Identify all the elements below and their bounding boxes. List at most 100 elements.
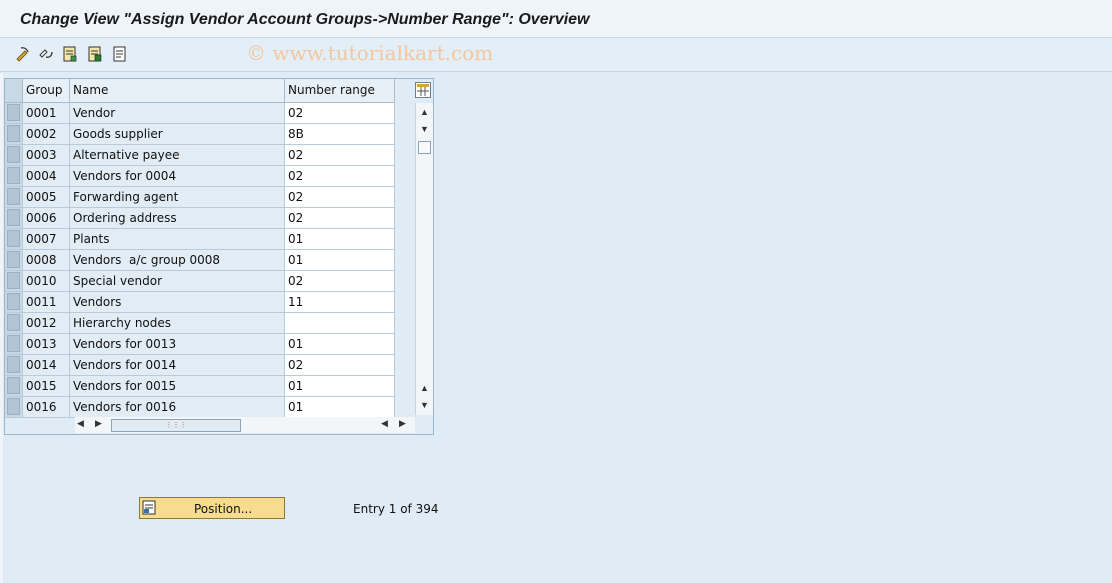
table-row: 0002 Goods supplier 8B bbox=[5, 123, 395, 145]
other-view-icon[interactable] bbox=[37, 45, 55, 63]
cell-number-range[interactable]: 01 bbox=[284, 396, 395, 418]
cell-name: Vendors bbox=[69, 291, 285, 313]
display-change-icon[interactable] bbox=[14, 45, 32, 63]
cell-number-range[interactable]: 02 bbox=[284, 207, 395, 229]
cell-name: Goods supplier bbox=[69, 123, 285, 145]
page-title: Change View "Assign Vendor Account Group… bbox=[20, 11, 590, 28]
horizontal-scrollbar[interactable]: ◀ ▶ ⋮⋮⋮ ◀ ▶ bbox=[75, 417, 415, 433]
row-selector[interactable] bbox=[5, 144, 23, 166]
entry-counter: Entry 1 of 394 bbox=[353, 502, 439, 516]
table-row: 0001 Vendor 02 bbox=[5, 102, 395, 124]
row-selector[interactable] bbox=[5, 354, 23, 376]
table-control: Group Name Number range 0001 Vendor 02 0… bbox=[4, 78, 434, 435]
scroll-far-right-icon[interactable]: ▶ bbox=[399, 418, 406, 429]
cell-name: Vendors for 0016 bbox=[69, 396, 285, 418]
cell-group: 0004 bbox=[22, 165, 70, 187]
scroll-left-icon[interactable]: ◀ bbox=[77, 418, 84, 429]
watermark: © www.tutorialkart.com bbox=[246, 41, 494, 65]
table-row: 0003 Alternative payee 02 bbox=[5, 144, 395, 166]
cell-number-range[interactable]: 02 bbox=[284, 270, 395, 292]
scroll-down-icon[interactable]: ▼ bbox=[420, 124, 429, 134]
row-selector[interactable] bbox=[5, 186, 23, 208]
row-selector[interactable] bbox=[5, 312, 23, 334]
table-row: 0016 Vendors for 0016 01 bbox=[5, 396, 395, 418]
table-row: 0010 Special vendor 02 bbox=[5, 270, 395, 292]
title-bar: Change View "Assign Vendor Account Group… bbox=[0, 0, 1112, 38]
table-row: 0011 Vendors 11 bbox=[5, 291, 395, 313]
table-row: 0004 Vendors for 0004 02 bbox=[5, 165, 395, 187]
cell-number-range[interactable] bbox=[284, 312, 395, 334]
select-all-cell[interactable] bbox=[5, 79, 23, 103]
table-row: 0012 Hierarchy nodes bbox=[5, 312, 395, 334]
cell-number-range[interactable]: 02 bbox=[284, 144, 395, 166]
table-row: 0013 Vendors for 0013 01 bbox=[5, 333, 395, 355]
left-edge bbox=[0, 73, 3, 583]
position-icon bbox=[142, 500, 157, 515]
column-header-name[interactable]: Name bbox=[69, 79, 285, 103]
row-selector[interactable] bbox=[5, 291, 23, 313]
column-settings-icon[interactable] bbox=[415, 82, 431, 98]
position-button[interactable]: Position... bbox=[139, 497, 285, 519]
cell-number-range[interactable]: 01 bbox=[284, 375, 395, 397]
cell-name: Plants bbox=[69, 228, 285, 250]
scroll-page-up-icon[interactable]: ▲ bbox=[420, 383, 429, 393]
scroll-far-left-icon[interactable]: ◀ bbox=[381, 418, 388, 429]
cell-group: 0002 bbox=[22, 123, 70, 145]
cell-number-range[interactable]: 02 bbox=[284, 165, 395, 187]
cell-name: Special vendor bbox=[69, 270, 285, 292]
new-entries-icon[interactable] bbox=[61, 45, 79, 63]
position-button-label: Position... bbox=[194, 502, 253, 516]
cell-group: 0013 bbox=[22, 333, 70, 355]
row-selector[interactable] bbox=[5, 249, 23, 271]
row-selector[interactable] bbox=[5, 123, 23, 145]
column-header-number-range[interactable]: Number range bbox=[284, 79, 395, 103]
table-header-row: Group Name Number range bbox=[5, 79, 395, 103]
cell-name: Vendors for 0015 bbox=[69, 375, 285, 397]
scroll-right-icon[interactable]: ▶ bbox=[95, 418, 102, 429]
column-header-group[interactable]: Group bbox=[22, 79, 70, 103]
cell-group: 0005 bbox=[22, 186, 70, 208]
scroll-thumb[interactable] bbox=[418, 141, 431, 154]
cell-number-range[interactable]: 01 bbox=[284, 333, 395, 355]
cell-number-range[interactable]: 8B bbox=[284, 123, 395, 145]
cell-group: 0008 bbox=[22, 249, 70, 271]
row-selector[interactable] bbox=[5, 165, 23, 187]
cell-group: 0006 bbox=[22, 207, 70, 229]
cell-name: Alternative payee bbox=[69, 144, 285, 166]
cell-name: Ordering address bbox=[69, 207, 285, 229]
table-row: 0008 Vendors a/c group 0008 01 bbox=[5, 249, 395, 271]
vertical-scrollbar[interactable]: ▲ ▼ ▲ ▼ bbox=[415, 103, 433, 415]
cell-group: 0016 bbox=[22, 396, 70, 418]
cell-group: 0011 bbox=[22, 291, 70, 313]
application-toolbar: © www.tutorialkart.com bbox=[0, 38, 1112, 72]
scroll-up-icon[interactable]: ▲ bbox=[420, 107, 429, 117]
cell-name: Vendors for 0013 bbox=[69, 333, 285, 355]
cell-group: 0015 bbox=[22, 375, 70, 397]
row-selector[interactable] bbox=[5, 102, 23, 124]
cell-group: 0012 bbox=[22, 312, 70, 334]
cell-number-range[interactable]: 01 bbox=[284, 249, 395, 271]
row-selector[interactable] bbox=[5, 333, 23, 355]
cell-number-range[interactable]: 02 bbox=[284, 354, 395, 376]
cell-group: 0010 bbox=[22, 270, 70, 292]
row-selector[interactable] bbox=[5, 375, 23, 397]
row-selector[interactable] bbox=[5, 270, 23, 292]
account-group-table: Group Name Number range 0001 Vendor 02 0… bbox=[5, 79, 395, 418]
cell-number-range[interactable]: 02 bbox=[284, 186, 395, 208]
cell-name: Vendors for 0004 bbox=[69, 165, 285, 187]
row-selector[interactable] bbox=[5, 228, 23, 250]
cell-name: Vendors for 0014 bbox=[69, 354, 285, 376]
cell-number-range[interactable]: 02 bbox=[284, 102, 395, 124]
delete-icon[interactable] bbox=[111, 45, 129, 63]
cell-number-range[interactable]: 01 bbox=[284, 228, 395, 250]
cell-group: 0001 bbox=[22, 102, 70, 124]
row-selector[interactable] bbox=[5, 396, 23, 418]
cell-name: Hierarchy nodes bbox=[69, 312, 285, 334]
cell-group: 0007 bbox=[22, 228, 70, 250]
horizontal-scroll-thumb[interactable]: ⋮⋮⋮ bbox=[111, 419, 241, 432]
copy-as-icon[interactable] bbox=[86, 45, 104, 63]
table-row: 0014 Vendors for 0014 02 bbox=[5, 354, 395, 376]
row-selector[interactable] bbox=[5, 207, 23, 229]
scroll-page-down-icon[interactable]: ▼ bbox=[420, 400, 429, 410]
cell-number-range[interactable]: 11 bbox=[284, 291, 395, 313]
